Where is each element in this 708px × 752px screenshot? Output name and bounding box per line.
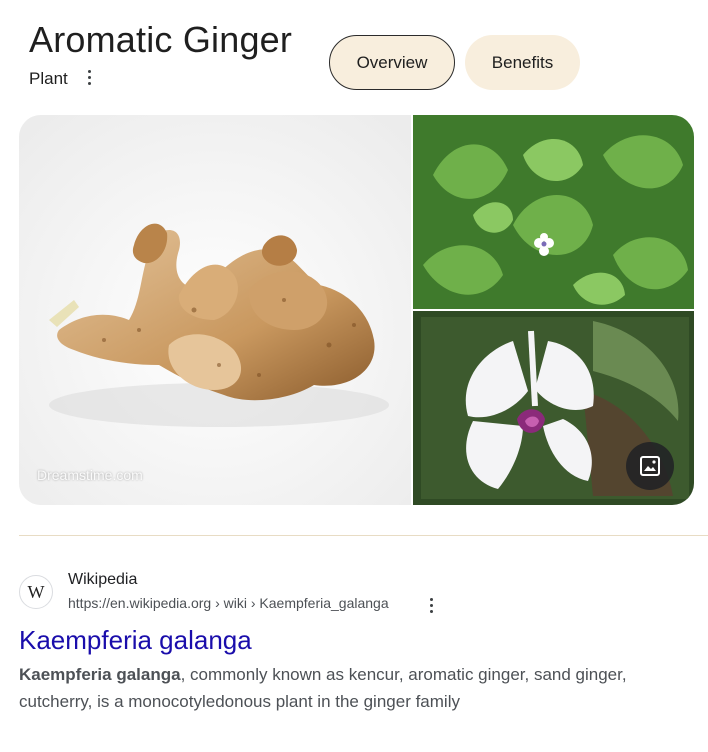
page-title: Aromatic Ginger: [29, 19, 293, 60]
image-watermark: Dreamstime.com: [37, 467, 143, 483]
ginger-rhizome-image[interactable]: Dreamstime.com: [19, 115, 411, 505]
section-divider: [19, 535, 708, 536]
result-snippet: Kaempferia galanga, commonly known as ke…: [19, 661, 689, 715]
tab-overview[interactable]: Overview: [329, 35, 455, 90]
result-site-name[interactable]: Wikipedia: [68, 570, 137, 590]
tab-overview-label: Overview: [356, 52, 428, 72]
image-gallery: Dreamstime.com: [19, 115, 694, 505]
wikipedia-favicon[interactable]: W: [19, 575, 53, 609]
image-icon: [640, 456, 660, 476]
entity-type-label: Plant: [29, 69, 68, 88]
result-more-options-icon[interactable]: [421, 594, 441, 616]
favicon-letter: W: [27, 581, 45, 602]
more-images-button[interactable]: [626, 442, 674, 490]
tab-benefits-label: Benefits: [491, 52, 554, 72]
snippet-bold-term: Kaempferia galanga: [19, 665, 181, 684]
result-title-link[interactable]: Kaempferia galanga: [19, 624, 252, 656]
tab-benefits[interactable]: Benefits: [465, 35, 580, 90]
leaves-image[interactable]: [413, 115, 694, 309]
more-options-icon[interactable]: [79, 66, 99, 88]
result-url[interactable]: https://en.wikipedia.org › wiki › Kaempf…: [68, 594, 389, 612]
